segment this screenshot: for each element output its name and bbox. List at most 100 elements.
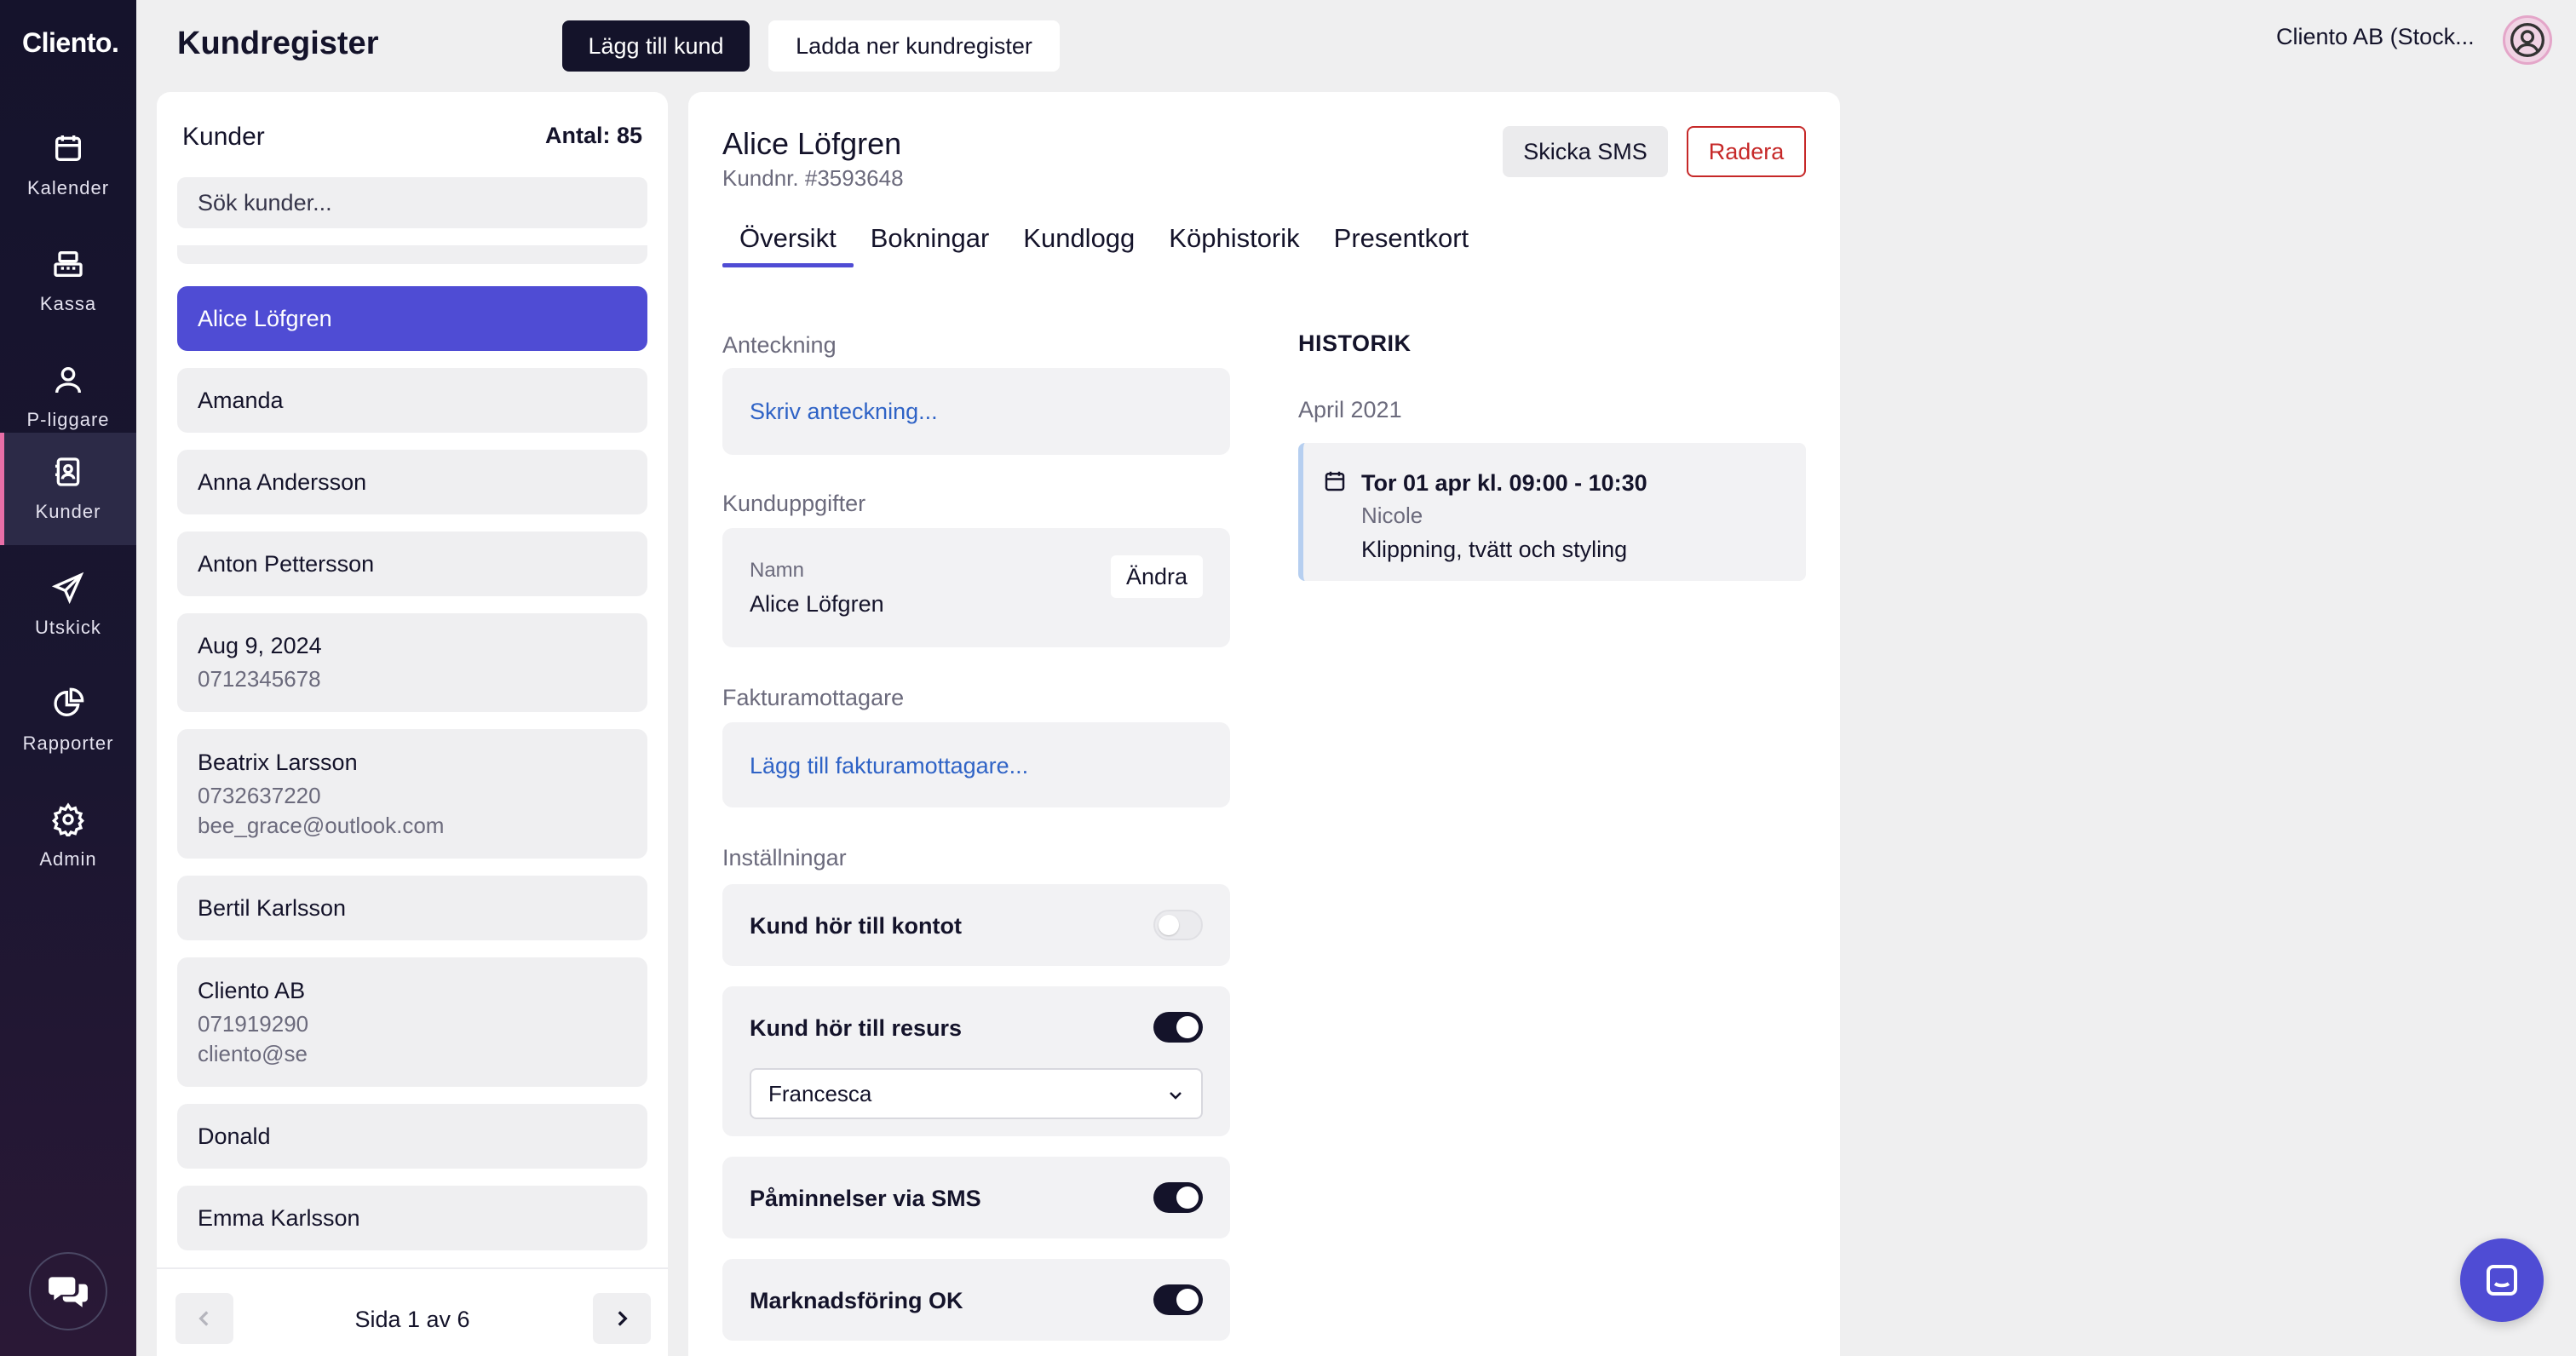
name-field-label: Namn (750, 559, 805, 582)
sidebar: Cliento. Kalender Kassa P-liggare Kunder… (0, 0, 136, 1356)
tab-bar: Översikt Bokningar Kundlogg Köphistorik … (722, 216, 1486, 267)
customer-phone: 071919290 (198, 1010, 309, 1037)
account-name[interactable]: Cliento AB (Stock... (2276, 24, 2475, 50)
page-title: Kundregister (177, 26, 379, 61)
resource-select[interactable]: Francesca (750, 1068, 1203, 1119)
pagination: Sida 1 av 6 (157, 1267, 668, 1356)
customer-phone: 0712345678 (198, 666, 321, 692)
tab-kundlogg[interactable]: Kundlogg (1006, 216, 1152, 267)
chat-help-button[interactable] (29, 1252, 107, 1330)
setting-label: Marknadsföring OK (750, 1288, 963, 1313)
send-sms-button[interactable]: Skicka SMS (1503, 126, 1668, 177)
list-item[interactable]: Amanda (177, 368, 647, 433)
name-field-value: Alice Löfgren (750, 591, 884, 617)
app-logo: Cliento. (22, 27, 119, 58)
sidebar-item-kassa[interactable]: Kassa (0, 225, 136, 337)
details-card: Namn Alice Löfgren Ändra (722, 528, 1230, 647)
cash-register-icon (54, 251, 83, 277)
customer-list-panel: Kunder Antal: 85 Alice Löfgren Amanda An… (157, 92, 668, 1356)
list-item[interactable]: Alice Löfgren (177, 286, 647, 351)
marketing-toggle[interactable] (1153, 1284, 1203, 1315)
customer-phone: 0732637220 (198, 782, 321, 808)
avatar[interactable] (2503, 15, 2552, 65)
customer-title: Alice Löfgren (722, 126, 902, 161)
customer-name: Aug 9, 2024 (198, 633, 322, 658)
setting-label: Kund hör till kontot (750, 913, 962, 939)
chat-help-icon (49, 1277, 88, 1307)
sidebar-item-label: Admin (39, 848, 97, 870)
invoice-card[interactable]: Lägg till fakturamottagare... (722, 722, 1230, 807)
tab-presentkort[interactable]: Presentkort (1317, 216, 1486, 267)
resource-select-value: Francesca (768, 1080, 872, 1106)
history-entry[interactable]: Tor 01 apr kl. 09:00 - 10:30 Nicole Klip… (1298, 443, 1806, 581)
history-month: April 2021 (1298, 397, 1402, 422)
list-item[interactable]: Anton Pettersson (177, 531, 647, 596)
account-toggle[interactable] (1153, 910, 1203, 940)
history-time: Tor 01 apr kl. 09:00 - 10:30 (1361, 470, 1647, 496)
sidebar-item-rapporter[interactable]: Rapporter (0, 664, 136, 777)
customer-email: cliento@se (198, 1040, 308, 1066)
customer-number: Kundnr. #3593648 (722, 165, 904, 191)
page-indicator: Sida 1 av 6 (354, 1307, 470, 1332)
calendar-icon (1325, 471, 1345, 491)
list-item[interactable]: Beatrix Larsson 0732637220 bee_grace@out… (177, 729, 647, 859)
setting-row: Påminnelser via SMS (722, 1157, 1230, 1238)
customer-count: Antal: 85 (544, 123, 642, 148)
history-staff: Nicole (1361, 503, 1423, 528)
customer-detail-panel: Alice Löfgren Kundnr. #3593648 Skicka SM… (688, 92, 1840, 1356)
sidebar-item-label: P-liggare (26, 409, 110, 430)
customer-name: Anton Pettersson (198, 550, 375, 577)
pie-chart-icon (54, 687, 84, 716)
add-customer-button[interactable]: Lägg till kund (562, 20, 750, 72)
list-item[interactable] (177, 245, 647, 264)
search-input[interactable] (177, 177, 647, 228)
download-register-button[interactable]: Ladda ner kundregister (768, 20, 1060, 72)
sidebar-item-label: Utskick (35, 617, 101, 638)
customer-name: Beatrix Larsson (198, 749, 358, 775)
history-service: Klippning, tvätt och styling (1361, 537, 1628, 562)
tab-bokningar[interactable]: Bokningar (854, 216, 1007, 267)
gear-icon (51, 802, 85, 836)
calendar-icon (55, 135, 81, 161)
list-item[interactable]: Anna Andersson (177, 450, 647, 514)
person-icon (55, 367, 81, 394)
customer-name: Cliento AB (198, 977, 306, 1003)
next-page-button[interactable] (593, 1293, 651, 1344)
chevron-down-icon (1170, 1092, 1182, 1100)
delete-button[interactable]: Radera (1687, 126, 1806, 177)
customer-name: Amanda (198, 387, 284, 413)
tab-oversikt[interactable]: Översikt (722, 216, 854, 267)
sms-reminder-toggle[interactable] (1153, 1182, 1203, 1213)
sidebar-item-kalender[interactable]: Kalender (0, 109, 136, 221)
list-item[interactable]: Bertil Karlsson (177, 876, 647, 940)
list-item[interactable]: Cliento AB 071919290 cliento@se (177, 957, 647, 1087)
customer-name: Anna Andersson (198, 468, 367, 495)
sidebar-item-label: Kunder (35, 501, 101, 522)
note-input[interactable]: Skriv anteckning... (750, 399, 938, 425)
user-avatar-icon (2510, 23, 2544, 57)
list-item[interactable]: Emma Karlsson (177, 1186, 647, 1250)
setting-label: Påminnelser via SMS (750, 1186, 981, 1211)
note-card[interactable]: Skriv anteckning... (722, 368, 1230, 455)
sidebar-item-label: Kassa (39, 293, 97, 314)
edit-button[interactable]: Ändra (1110, 555, 1203, 598)
chevron-right-icon (618, 1311, 628, 1326)
history-title: HISTORIK (1298, 330, 1412, 356)
tab-kophistorik[interactable]: Köphistorik (1152, 216, 1316, 267)
settings-label: Inställningar (722, 845, 847, 870)
setting-label: Kund hör till resurs (750, 1015, 963, 1041)
sidebar-item-utskick[interactable]: Utskick (0, 549, 136, 661)
sidebar-item-admin[interactable]: Admin (0, 780, 136, 893)
contacts-icon (55, 457, 80, 486)
list-item[interactable]: Aug 9, 2024 0712345678 (177, 613, 647, 712)
sidebar-item-label: Rapporter (22, 733, 114, 754)
customer-name: Bertil Karlsson (198, 894, 347, 921)
add-invoice-recipient-link[interactable]: Lägg till fakturamottagare... (750, 753, 1028, 779)
support-chat-button[interactable] (2460, 1238, 2544, 1322)
customer-name: Emma Karlsson (198, 1204, 360, 1231)
list-item[interactable]: Donald (177, 1104, 647, 1169)
setting-row: Kund hör till resurs Francesca (722, 986, 1230, 1136)
setting-row: Kund hör till kontot (722, 884, 1230, 966)
sidebar-item-kunder[interactable]: Kunder (0, 433, 136, 545)
resource-toggle[interactable] (1153, 1012, 1203, 1043)
